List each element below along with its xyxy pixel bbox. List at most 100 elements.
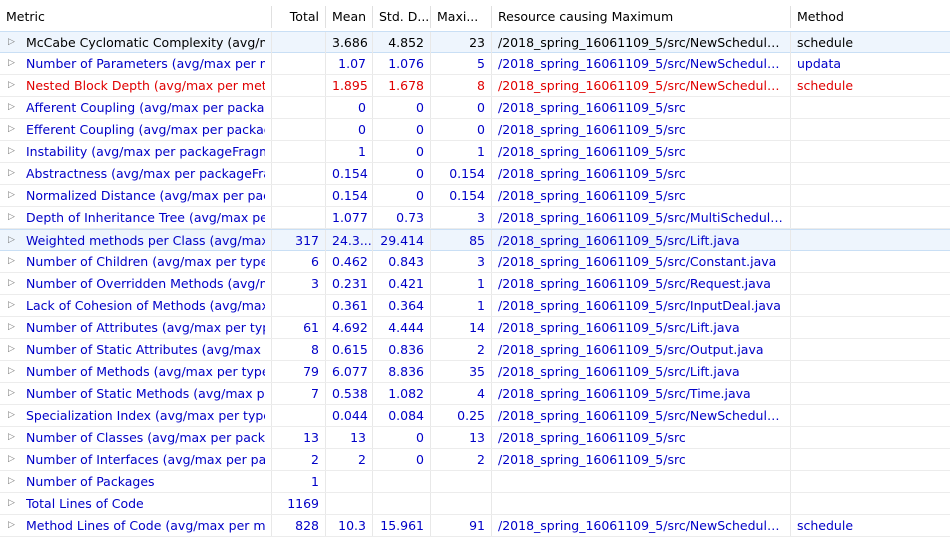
table-row[interactable]: ▷ Number of Interfaces (avg/max per packa… xyxy=(0,449,950,471)
resource-cell: /2018_spring_16061109_5/src xyxy=(492,119,791,140)
resource-cell: /2018_spring_16061109_5/src xyxy=(492,449,791,470)
table-row[interactable]: ▷ Number of Methods (avg/max per type) 79 6… xyxy=(0,361,950,383)
metric-cell: ▷ Number of Packages xyxy=(0,471,272,492)
expand-triangle-icon[interactable]: ▷ xyxy=(8,515,20,536)
expand-triangle-icon[interactable]: ▷ xyxy=(8,449,20,470)
expand-triangle-icon[interactable]: ▷ xyxy=(8,251,20,272)
column-header-maximum[interactable]: Maxi... xyxy=(431,6,492,28)
maximum-cell: 14 xyxy=(431,317,492,338)
table-row[interactable]: ▷ Afferent Coupling (avg/max per packageF… xyxy=(0,97,950,119)
column-header-resource[interactable]: Resource causing Maximum xyxy=(492,6,791,28)
expand-triangle-icon[interactable]: ▷ xyxy=(8,405,20,426)
expand-triangle-icon[interactable]: ▷ xyxy=(8,141,20,162)
expand-triangle-icon[interactable]: ▷ xyxy=(8,493,20,514)
metric-cell: ▷ Depth of Inheritance Tree (avg/max per … xyxy=(0,207,272,228)
expand-triangle-icon[interactable]: ▷ xyxy=(8,471,20,492)
metric-cell: ▷ Number of Static Methods (avg/max per t… xyxy=(0,383,272,404)
expand-triangle-icon[interactable]: ▷ xyxy=(8,53,20,74)
column-header-std-dev[interactable]: Std. D... xyxy=(373,6,431,28)
metric-name: Normalized Distance (avg/max per package… xyxy=(26,188,265,203)
method-cell xyxy=(791,97,950,118)
table-header: Metric Total Mean Std. D... Maxi... Reso… xyxy=(0,6,950,28)
table-row[interactable]: ▷ Number of Children (avg/max per type) 6 0… xyxy=(0,251,950,273)
mean-cell: 0 xyxy=(326,97,373,118)
std-dev-cell: 4.444 xyxy=(373,317,431,338)
expand-triangle-icon[interactable]: ▷ xyxy=(8,230,20,251)
mean-cell xyxy=(326,493,373,514)
table-row[interactable]: ▷ Number of Classes (avg/max per packageF… xyxy=(0,427,950,449)
table-row[interactable]: ▷ Number of Static Methods (avg/max per t… xyxy=(0,383,950,405)
expand-triangle-icon[interactable]: ▷ xyxy=(8,207,20,228)
total-cell: 3 xyxy=(272,273,326,294)
mean-cell: 0.154 xyxy=(326,163,373,184)
table-row[interactable]: ▷ Method Lines of Code (avg/max per metho… xyxy=(0,515,950,537)
expand-triangle-icon[interactable]: ▷ xyxy=(8,273,20,294)
mean-cell: 0.231 xyxy=(326,273,373,294)
metric-name: Weighted methods per Class (avg/max per … xyxy=(26,233,265,248)
table-row[interactable]: ▷ Number of Packages 1 xyxy=(0,471,950,493)
std-dev-cell: 1.076 xyxy=(373,53,431,74)
metric-name: Lack of Cohesion of Methods (avg/max per… xyxy=(26,298,265,313)
std-dev-cell: 1.678 xyxy=(373,75,431,96)
std-dev-cell: 0 xyxy=(373,449,431,470)
resource-cell: /2018_spring_16061109_5/src/Lift.java xyxy=(492,230,791,251)
table-row[interactable]: ▷ Instability (avg/max per packageFragmen… xyxy=(0,141,950,163)
table-row[interactable]: ▷ McCabe Cyclomatic Complexity (avg/max p… xyxy=(0,31,950,53)
column-header-mean[interactable]: Mean xyxy=(326,6,373,28)
expand-triangle-icon[interactable]: ▷ xyxy=(8,97,20,118)
table-row[interactable]: ▷ Number of Overridden Methods (avg/max p… xyxy=(0,273,950,295)
std-dev-cell: 4.852 xyxy=(373,32,431,53)
expand-triangle-icon[interactable]: ▷ xyxy=(8,317,20,338)
table-row[interactable]: ▷ Specialization Index (avg/max per type)… xyxy=(0,405,950,427)
table-row[interactable]: ▷ Number of Parameters (avg/max per metho… xyxy=(0,53,950,75)
expand-triangle-icon[interactable]: ▷ xyxy=(8,185,20,206)
column-header-method[interactable]: Method xyxy=(791,6,950,28)
column-header-total[interactable]: Total xyxy=(272,6,326,28)
maximum-cell: 85 xyxy=(431,230,492,251)
resource-cell xyxy=(492,471,791,492)
expand-triangle-icon[interactable]: ▷ xyxy=(8,383,20,404)
resource-cell: /2018_spring_16061109_5/src xyxy=(492,97,791,118)
resource-cell: /2018_spring_16061109_5/src/NewScheduler… xyxy=(492,53,791,74)
expand-triangle-icon[interactable]: ▷ xyxy=(8,361,20,382)
expand-triangle-icon[interactable]: ▷ xyxy=(8,32,20,53)
table-row[interactable]: ▷ Lack of Cohesion of Methods (avg/max pe… xyxy=(0,295,950,317)
maximum-cell: 2 xyxy=(431,449,492,470)
method-cell xyxy=(791,383,950,404)
std-dev-cell: 8.836 xyxy=(373,361,431,382)
std-dev-cell: 1.082 xyxy=(373,383,431,404)
expand-triangle-icon[interactable]: ▷ xyxy=(8,163,20,184)
expand-triangle-icon[interactable]: ▷ xyxy=(8,119,20,140)
maximum-cell: 1 xyxy=(431,295,492,316)
table-row[interactable]: ▷ Nested Block Depth (avg/max per method)… xyxy=(0,75,950,97)
table-row[interactable]: ▷ Number of Static Attributes (avg/max pe… xyxy=(0,339,950,361)
mean-cell: 10.3 xyxy=(326,515,373,536)
table-row[interactable]: ▷ Depth of Inheritance Tree (avg/max per … xyxy=(0,207,950,229)
mean-cell: 0.615 xyxy=(326,339,373,360)
expand-triangle-icon[interactable]: ▷ xyxy=(8,427,20,448)
total-cell xyxy=(272,32,326,53)
std-dev-cell: 15.961 xyxy=(373,515,431,536)
table-row[interactable]: ▷ Normalized Distance (avg/max per packag… xyxy=(0,185,950,207)
table-row[interactable]: ▷ Number of Attributes (avg/max per type)… xyxy=(0,317,950,339)
method-cell: schedule xyxy=(797,518,854,533)
column-header-metric[interactable]: Metric xyxy=(0,6,272,28)
metric-name: Number of Methods (avg/max per type) xyxy=(26,364,265,379)
total-cell: 13 xyxy=(272,427,326,448)
resource-cell: /2018_spring_16061109_5/src xyxy=(492,185,791,206)
method-cell xyxy=(791,163,950,184)
table-row[interactable]: ▷ Weighted methods per Class (avg/max per… xyxy=(0,229,950,251)
table-row[interactable]: ▷ Efferent Coupling (avg/max per packageF… xyxy=(0,119,950,141)
resource-cell: /2018_spring_16061109_5/src/NewScheduler… xyxy=(492,515,791,536)
method-cell xyxy=(791,141,950,162)
table-row[interactable]: ▷ Total Lines of Code 1169 xyxy=(0,493,950,515)
expand-triangle-icon[interactable]: ▷ xyxy=(8,295,20,316)
maximum-cell: 91 xyxy=(431,515,492,536)
expand-triangle-icon[interactable]: ▷ xyxy=(8,339,20,360)
expand-triangle-icon[interactable]: ▷ xyxy=(8,75,20,96)
total-cell xyxy=(272,207,326,228)
table-row[interactable]: ▷ Abstractness (avg/max per packageFragme… xyxy=(0,163,950,185)
method-cell xyxy=(791,493,950,514)
mean-cell: 0.154 xyxy=(326,185,373,206)
mean-cell: 0.462 xyxy=(326,251,373,272)
